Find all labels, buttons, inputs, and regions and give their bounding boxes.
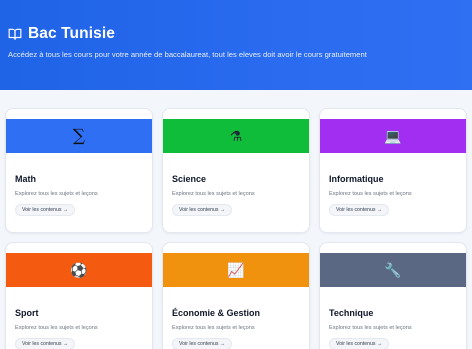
hero-header: Bac Tunisie Accédez à tous les cours pou… xyxy=(0,0,472,90)
site-title: Bac Tunisie xyxy=(8,24,115,44)
card-banner: 📈 xyxy=(163,253,309,287)
microscope-icon: ⚗ xyxy=(229,128,243,144)
chart-icon: 📈 xyxy=(227,262,245,278)
card-description: Explorez tous les sujets et leçons xyxy=(172,325,255,331)
card-description: Explorez tous les sujets et leçons xyxy=(329,191,412,197)
card-title: Math xyxy=(15,174,36,184)
card-description: Explorez tous les sujets et leçons xyxy=(172,191,255,197)
course-card-technique[interactable]: 🔧 Technique Explorez tous les sujets et … xyxy=(319,242,467,349)
card-banner: ⚽ xyxy=(6,253,152,287)
view-contents-button[interactable]: Voir les contenus → xyxy=(15,338,76,349)
card-description: Explorez tous les sujets et leçons xyxy=(329,325,412,331)
laptop-icon: 💻 xyxy=(384,128,402,144)
course-card-economie-gestion[interactable]: 📈 Économie & Gestion Explorez tous les s… xyxy=(162,242,310,349)
card-title: Sport xyxy=(15,308,39,318)
site-title-text: Bac Tunisie xyxy=(28,25,115,42)
card-description: Explorez tous les sujets et leçons xyxy=(15,325,98,331)
card-title: Économie & Gestion xyxy=(172,308,261,318)
course-card-sport[interactable]: ⚽ Sport Explorez tous les sujets et leço… xyxy=(5,242,153,349)
ball-icon: ⚽ xyxy=(70,262,88,278)
wrench-icon: 🔧 xyxy=(384,262,402,278)
view-contents-button[interactable]: Voir les contenus → xyxy=(172,204,233,216)
card-title: Informatique xyxy=(329,174,384,184)
view-contents-button[interactable]: Voir les contenus → xyxy=(329,338,390,349)
course-card-informatique[interactable]: 💻 Informatique Explorez tous les sujets … xyxy=(319,108,467,233)
site-subtitle: Accédez à tous les cours pour votre anné… xyxy=(8,50,367,59)
view-contents-button[interactable]: Voir les contenus → xyxy=(172,338,233,349)
course-card-science[interactable]: ⚗ Science Explorez tous les sujets et le… xyxy=(162,108,310,233)
book-icon xyxy=(8,28,22,40)
card-banner: ⚗ xyxy=(163,119,309,153)
card-title: Science xyxy=(172,174,207,184)
course-card-math[interactable]: ∑ Math Explorez tous les sujets et leçon… xyxy=(5,108,153,233)
card-banner: ∑ xyxy=(6,119,152,153)
sigma-icon: ∑ xyxy=(72,125,86,146)
card-description: Explorez tous les sujets et leçons xyxy=(15,191,98,197)
view-contents-button[interactable]: Voir les contenus → xyxy=(15,204,76,216)
card-banner: 💻 xyxy=(320,119,466,153)
card-title: Technique xyxy=(329,308,374,318)
card-banner: 🔧 xyxy=(320,253,466,287)
view-contents-button[interactable]: Voir les contenus → xyxy=(329,204,390,216)
